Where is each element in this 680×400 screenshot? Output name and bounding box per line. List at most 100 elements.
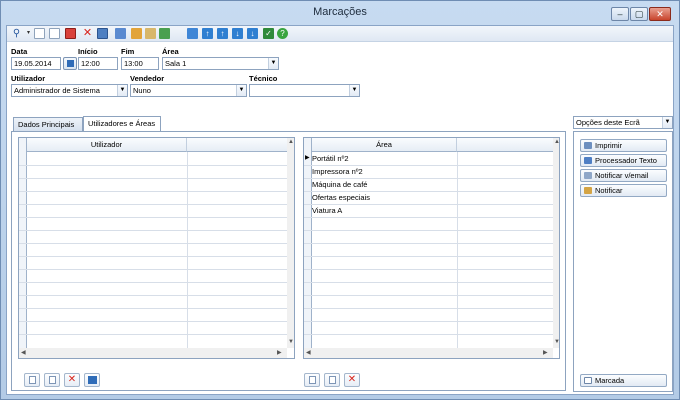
delete-icon: ✕	[347, 374, 357, 385]
minimize-button[interactable]: –	[611, 7, 629, 21]
window-title: Marcações	[313, 6, 367, 18]
tecnico-label: Técnico	[249, 74, 278, 83]
calendar-button[interactable]	[63, 57, 77, 70]
column-divider	[187, 152, 188, 348]
help-icon[interactable]: ?	[277, 28, 288, 39]
horizontal-scrollbar[interactable]: ◀ ▶	[19, 348, 287, 358]
export-icon[interactable]	[97, 28, 108, 39]
new-document-icon	[29, 376, 36, 384]
date-field[interactable]: 19.05.2014	[11, 57, 61, 70]
upload-icon[interactable]: ↑	[202, 28, 213, 39]
areas-grid[interactable]: ▶ Área Portátil nº2 Impressora nº2 Máqui…	[303, 137, 560, 359]
row-divider	[19, 217, 287, 218]
marcada-label: Marcada	[595, 376, 625, 385]
grid-icon[interactable]	[115, 28, 126, 39]
scroll-down-icon[interactable]: ▼	[554, 339, 559, 345]
scroll-right-icon[interactable]: ▶	[543, 349, 548, 356]
tab-dados-principais[interactable]: Dados Principais	[13, 117, 83, 131]
down-arrow-icon[interactable]: ↓	[232, 28, 243, 39]
area-select[interactable]: Sala 1 ▼	[162, 57, 279, 70]
scroll-down-icon[interactable]: ▼	[288, 339, 294, 345]
imprimir-button[interactable]: Imprimir	[580, 139, 667, 152]
areas-grid-header-filler	[457, 138, 553, 152]
marcada-button[interactable]: Marcada	[580, 374, 667, 387]
processador-texto-button[interactable]: Processador Texto	[580, 154, 667, 167]
add-area-button[interactable]	[304, 373, 320, 387]
fim-label: Fim	[121, 47, 135, 56]
row-divider	[304, 191, 553, 192]
close-window-button[interactable]: ✕	[649, 7, 671, 21]
check-icon[interactable]: ✓	[263, 28, 274, 39]
area-row[interactable]: Impressora nº2	[312, 165, 363, 178]
row-divider	[304, 321, 553, 322]
vertical-scrollbar[interactable]: ▲ ▼	[553, 138, 559, 348]
inicio-label: Início	[78, 47, 98, 56]
refresh-icon[interactable]	[159, 28, 170, 39]
area-row[interactable]: Viatura A	[312, 204, 342, 217]
notificar-email-button[interactable]: Notificar v/email	[580, 169, 667, 182]
row-divider	[304, 217, 553, 218]
up-arrow-icon[interactable]: ↑	[217, 28, 228, 39]
open-user-button[interactable]	[84, 373, 100, 387]
end-time-field[interactable]: 13:00	[121, 57, 159, 70]
utilizador-select[interactable]: Administrador de Sistema ▼	[11, 84, 128, 97]
add-user-button[interactable]	[24, 373, 40, 387]
edit-user-button[interactable]	[44, 373, 60, 387]
delete-user-button[interactable]: ✕	[64, 373, 80, 387]
row-divider	[304, 256, 553, 257]
delete-area-button[interactable]: ✕	[344, 373, 360, 387]
scroll-left-icon[interactable]: ◀	[306, 349, 311, 356]
options-list: Imprimir Processador Texto Notificar v/e…	[573, 131, 673, 392]
chevron-down-icon[interactable]: ▼	[117, 85, 127, 96]
open-window-icon	[88, 376, 97, 384]
download-icon[interactable]: ↓	[247, 28, 258, 39]
row-divider	[304, 282, 553, 283]
edit-document-icon	[329, 376, 336, 384]
zoom-icon[interactable]	[187, 28, 198, 39]
scroll-up-icon[interactable]: ▲	[554, 139, 559, 145]
maximize-button[interactable]: ▢	[630, 7, 648, 21]
area-row[interactable]: Portátil nº2	[312, 152, 349, 165]
tecnico-select[interactable]: ▼	[249, 84, 360, 97]
edit-area-button[interactable]	[324, 373, 340, 387]
copy-document-icon[interactable]	[49, 28, 60, 39]
vertical-scrollbar[interactable]: ▲ ▼	[287, 138, 294, 348]
scroll-left-icon[interactable]: ◀	[21, 349, 26, 356]
row-divider	[19, 269, 287, 270]
scroll-up-icon[interactable]: ▲	[288, 139, 294, 145]
users-grid[interactable]: Utilizador ▲ ▼ ◀ ▶	[18, 137, 295, 359]
chevron-down-icon[interactable]: ▼	[236, 85, 246, 96]
scroll-right-icon[interactable]: ▶	[277, 349, 282, 356]
chevron-down-icon[interactable]: ▼	[349, 85, 359, 96]
chevron-down-icon[interactable]: ▼	[268, 58, 278, 69]
areas-grid-header[interactable]: Área	[312, 138, 457, 152]
row-divider	[19, 256, 287, 257]
dropdown-arrow-icon[interactable]: ▾	[23, 28, 34, 39]
row-divider	[19, 230, 287, 231]
search-icon[interactable]: ⚲	[11, 28, 22, 39]
delete-icon[interactable]: ✕	[82, 28, 93, 39]
chart-icon[interactable]	[131, 28, 142, 39]
row-divider	[19, 321, 287, 322]
area-row[interactable]: Máquina de café	[312, 178, 367, 191]
horizontal-scrollbar[interactable]: ◀ ▶	[304, 348, 553, 358]
start-time-field[interactable]: 12:00	[78, 57, 118, 70]
tab-utilizadores-areas[interactable]: Utilizadores e Áreas	[83, 116, 161, 131]
mail-icon[interactable]	[145, 28, 156, 39]
notificar-email-label: Notificar v/email	[595, 171, 649, 180]
row-divider	[304, 295, 553, 296]
users-grid-header[interactable]: Utilizador	[27, 138, 187, 152]
notificar-button[interactable]: Notificar	[580, 184, 667, 197]
new-document-icon[interactable]	[34, 28, 45, 39]
delete-icon: ✕	[67, 374, 77, 385]
date-value: 19.05.2014	[14, 59, 52, 68]
area-row[interactable]: Ofertas especiais	[312, 191, 370, 204]
chevron-down-icon[interactable]: ▼	[662, 117, 672, 128]
options-select[interactable]: Opções deste Ecrã ▼	[573, 116, 673, 129]
client-area: ⚲ ▾ ✕ ↑ ↑ ↓ ↓ ✓ ? Data Início Fim Área 1…	[6, 25, 674, 395]
vendedor-label: Vendedor	[130, 74, 165, 83]
utilizador-label: Utilizador	[11, 74, 46, 83]
calendar-icon[interactable]	[65, 28, 76, 39]
printer-icon	[584, 142, 592, 149]
vendedor-select[interactable]: Nuno ▼	[130, 84, 247, 97]
